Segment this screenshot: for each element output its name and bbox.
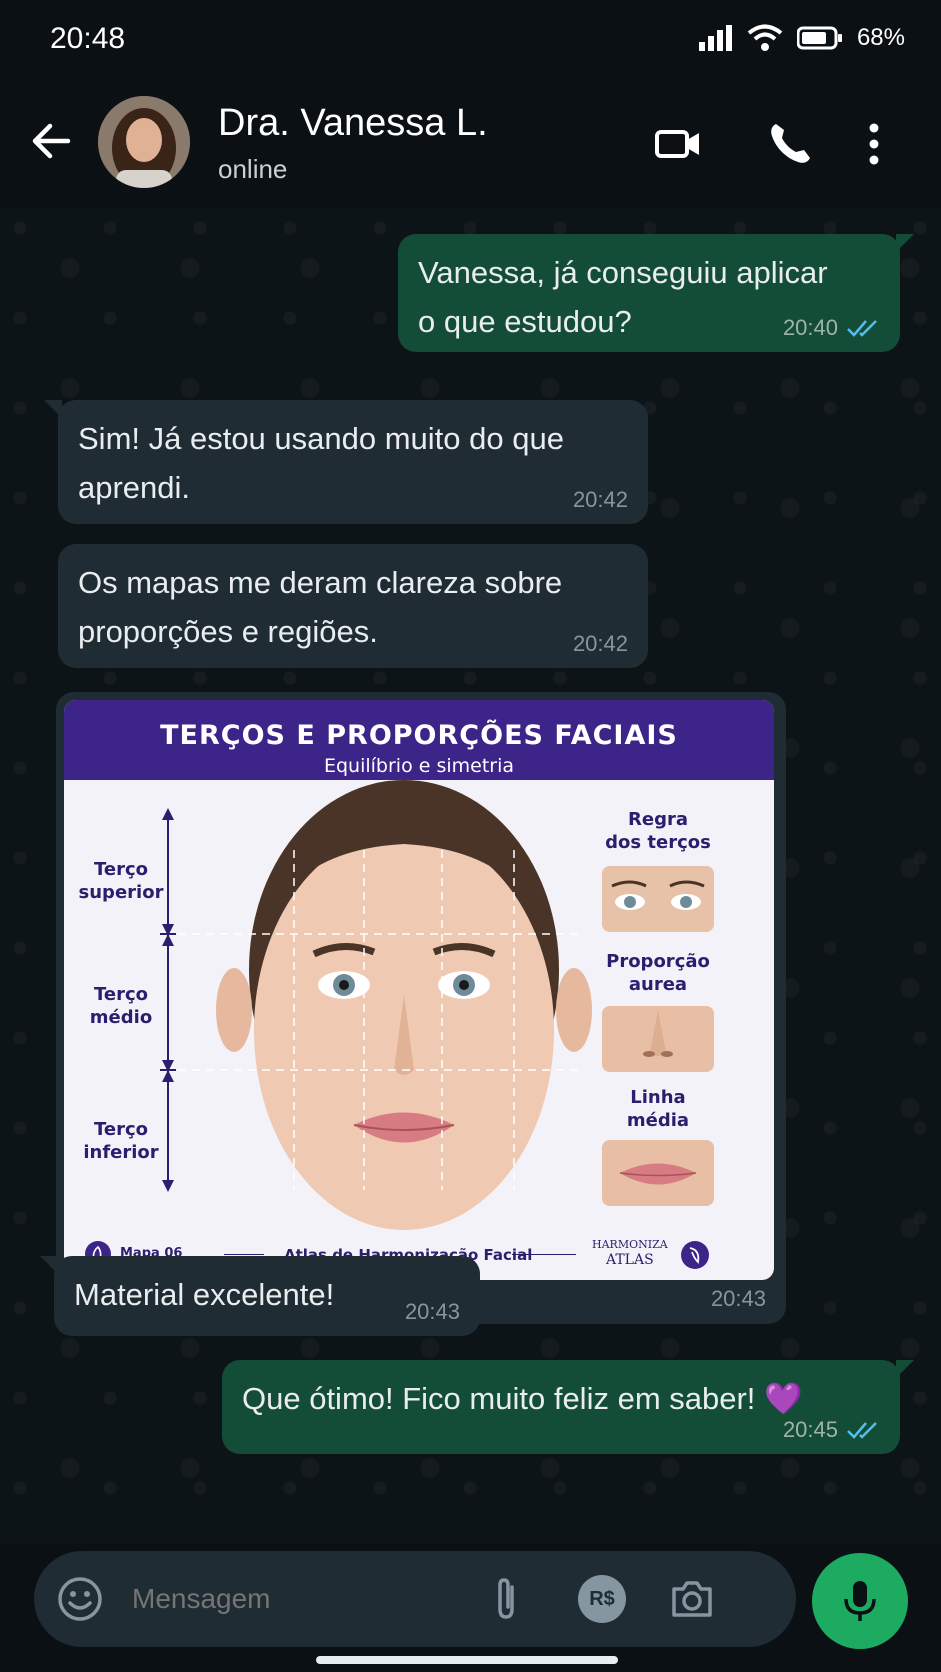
- status-bar: 20:48 68%: [0, 0, 941, 80]
- third-label-superior: Terço superior: [78, 859, 164, 903]
- contact-status: online: [218, 154, 288, 184]
- emoji-icon[interactable]: [56, 1575, 104, 1623]
- message-text: Sim! Já estou usando muito do que: [78, 421, 564, 456]
- message-meta: 20:42: [573, 632, 628, 656]
- lips-thumbnail: [602, 1140, 714, 1206]
- message-bubble-outgoing[interactable]: Vanessa, já conseguiu aplicar o que estu…: [398, 234, 914, 352]
- signal-icon: [698, 25, 732, 51]
- message-bubble-outgoing[interactable]: Que ótimo! Fico muito feliz em saber! 💜 …: [222, 1360, 914, 1454]
- battery-percent: 68%: [856, 24, 905, 51]
- side-label-midline: Linha média: [626, 1087, 690, 1131]
- message-bubble-incoming[interactable]: Os mapas me deram clareza sobre proporçõ…: [58, 544, 648, 668]
- message-input[interactable]: [132, 1583, 472, 1615]
- wifi-icon: [747, 24, 783, 51]
- avatar-portrait: [98, 96, 190, 188]
- home-indicator[interactable]: [316, 1656, 618, 1664]
- message-text: Vanessa, já conseguiu aplicar: [418, 255, 828, 290]
- message-time: 20:43: [404, 1299, 460, 1324]
- battery-icon: [796, 26, 842, 50]
- back-arrow-icon[interactable]: [28, 118, 74, 164]
- message-time: 20:40: [782, 315, 838, 340]
- message-meta: 20:42: [573, 488, 628, 512]
- mic-icon: [844, 1581, 876, 1621]
- message-time: 20:42: [572, 487, 628, 512]
- message-meta: 20:45: [783, 1418, 880, 1442]
- avatar[interactable]: [98, 96, 190, 188]
- phone-icon[interactable]: [766, 120, 814, 168]
- chat-header: Dra. Vanessa L. online: [0, 80, 941, 208]
- camera-icon[interactable]: [668, 1575, 716, 1623]
- poster-image[interactable]: TERÇOS E PROPORÇÕES FACIAIS Equilíbrio e…: [64, 700, 774, 1280]
- message-text: Os mapas me deram clareza sobre: [78, 565, 563, 600]
- attach-icon[interactable]: [482, 1575, 530, 1623]
- chat-area[interactable]: Vanessa, já conseguiu aplicar o que estu…: [0, 208, 941, 1544]
- message-time: 20:43: [710, 1286, 766, 1311]
- side-label-golden-ratio: Proporção aurea: [606, 951, 710, 995]
- message-text: Que ótimo! Fico muito feliz em saber! 💜: [242, 1381, 803, 1416]
- third-label-inferior: Terço inferior: [83, 1119, 159, 1163]
- message-time: 20:42: [572, 631, 628, 656]
- message-bubble-incoming[interactable]: Material excelente! 20:43: [40, 1256, 480, 1336]
- message-text: proporções e regiões.: [78, 614, 378, 649]
- footer-brand-line2: ATLAS: [606, 1252, 654, 1268]
- more-vert-icon[interactable]: [862, 120, 886, 168]
- footer-brand-line1: HARMONIZA: [592, 1238, 668, 1251]
- read-ticks-icon: [847, 320, 877, 337]
- video-call-icon[interactable]: [654, 120, 702, 168]
- poster-title: TERÇOS E PROPORÇÕES FACIAIS: [160, 720, 678, 751]
- read-ticks-icon: [847, 1422, 877, 1439]
- message-meta: 20:43: [405, 1300, 460, 1324]
- message-text: aprendi.: [78, 470, 191, 505]
- third-label-medio: Terço médio: [89, 984, 153, 1028]
- status-time: 20:48: [50, 22, 126, 55]
- message-meta: 20:40: [783, 316, 880, 340]
- message-time: 20:45: [782, 1417, 838, 1442]
- brand-logo-icon: [681, 1241, 709, 1269]
- poster-subtitle: Equilíbrio e simetria: [323, 755, 515, 777]
- message-bubble-incoming[interactable]: Sim! Já estou usando muito do que aprend…: [44, 400, 648, 524]
- status-icons: 68%: [698, 24, 905, 52]
- payment-icon[interactable]: R$: [578, 1575, 626, 1623]
- image-message[interactable]: TERÇOS E PROPORÇÕES FACIAIS Equilíbrio e…: [56, 692, 786, 1324]
- eyes-thumbnail: [602, 866, 714, 932]
- nose-thumbnail: [602, 1006, 714, 1072]
- side-label-rule-of-thirds: Regra dos terços: [605, 809, 711, 853]
- poster-header: TERÇOS E PROPORÇÕES FACIAIS Equilíbrio e…: [64, 700, 774, 780]
- message-composer[interactable]: R$: [34, 1551, 796, 1647]
- contact-name[interactable]: Dra. Vanessa L.: [218, 102, 488, 145]
- mic-button[interactable]: [812, 1553, 908, 1649]
- message-text: Material excelente!: [74, 1277, 335, 1312]
